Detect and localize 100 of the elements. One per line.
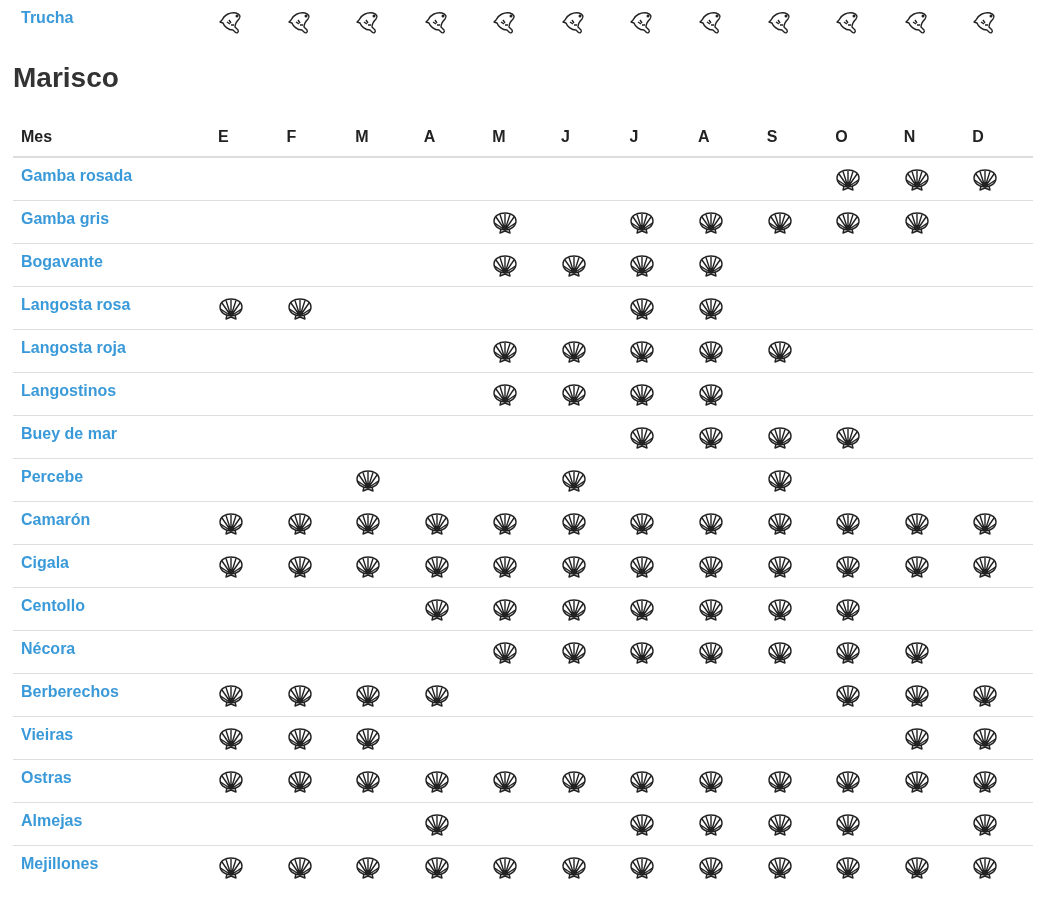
shell-icon bbox=[423, 855, 450, 880]
shell-icon bbox=[972, 168, 999, 192]
column-header: J bbox=[629, 128, 639, 145]
column-header: M bbox=[492, 128, 506, 145]
shell-icon bbox=[560, 597, 587, 622]
product-link[interactable]: Berberechos bbox=[21, 682, 119, 700]
product-link[interactable]: Camarón bbox=[21, 510, 91, 528]
shell-icon bbox=[766, 210, 793, 235]
fish-icon bbox=[766, 10, 793, 36]
shell-icon bbox=[698, 554, 725, 579]
shell-icon bbox=[972, 812, 999, 837]
product-link[interactable]: Almejas bbox=[21, 811, 83, 829]
shell-icon bbox=[766, 855, 793, 880]
shell-icon bbox=[355, 855, 382, 880]
product-link[interactable]: Ostras bbox=[21, 768, 72, 786]
shell-icon bbox=[835, 855, 862, 880]
shell-icon bbox=[560, 382, 587, 407]
column-header: N bbox=[903, 128, 916, 145]
product-link[interactable]: Nécora bbox=[21, 639, 76, 657]
shell-icon bbox=[835, 425, 862, 450]
shell-icon bbox=[766, 812, 793, 837]
shell-icon bbox=[423, 769, 450, 794]
product-link[interactable]: Cigala bbox=[21, 553, 69, 571]
shell-icon bbox=[835, 511, 862, 536]
column-header: S bbox=[766, 128, 778, 145]
shell-icon bbox=[492, 382, 519, 407]
shell-icon bbox=[835, 812, 862, 837]
shell-icon bbox=[903, 683, 930, 708]
shell-icon bbox=[698, 812, 725, 837]
column-header: D bbox=[972, 128, 984, 145]
product-link[interactable]: Mejillones bbox=[21, 854, 99, 872]
shell-icon bbox=[903, 855, 930, 880]
shell-icon bbox=[355, 554, 382, 579]
shell-icon bbox=[835, 683, 862, 708]
shell-icon bbox=[560, 339, 587, 364]
shell-icon bbox=[698, 253, 725, 278]
shell-icon bbox=[560, 769, 587, 794]
shell-icon bbox=[629, 554, 656, 579]
shell-icon bbox=[835, 554, 862, 579]
shell-icon bbox=[218, 769, 244, 794]
shell-icon bbox=[903, 769, 930, 794]
column-header: A bbox=[698, 128, 710, 145]
shell-icon bbox=[698, 855, 725, 880]
shell-icon bbox=[766, 468, 793, 493]
shell-icon bbox=[835, 597, 862, 622]
shell-icon bbox=[286, 683, 313, 708]
product-link[interactable]: Gamba rosada bbox=[21, 167, 133, 184]
shell-icon bbox=[629, 382, 656, 407]
shell-icon bbox=[903, 640, 930, 665]
product-link[interactable]: Gamba gris bbox=[21, 209, 110, 227]
shell-icon bbox=[766, 554, 793, 579]
shell-icon bbox=[835, 168, 862, 192]
shell-icon bbox=[218, 296, 244, 321]
shell-icon bbox=[355, 511, 382, 536]
shell-icon bbox=[629, 769, 656, 794]
shell-icon bbox=[492, 210, 519, 235]
shell-icon bbox=[835, 769, 862, 794]
shell-icon bbox=[492, 253, 519, 278]
shell-icon bbox=[698, 640, 725, 665]
shell-icon bbox=[698, 382, 725, 407]
shell-icon bbox=[218, 855, 244, 880]
shell-icon bbox=[218, 554, 244, 579]
shell-icon bbox=[629, 812, 656, 837]
fish-icon bbox=[423, 10, 450, 36]
column-header: Mes bbox=[21, 128, 53, 145]
section-heading: Marisco bbox=[13, 62, 120, 94]
shell-icon bbox=[629, 339, 656, 364]
shell-icon bbox=[423, 597, 450, 622]
shell-icon bbox=[355, 726, 382, 751]
shell-icon bbox=[218, 726, 244, 751]
product-link[interactable]: Trucha bbox=[21, 9, 74, 26]
shell-icon bbox=[560, 511, 587, 536]
shell-icon bbox=[629, 425, 656, 450]
fish-icon bbox=[560, 10, 587, 36]
shell-icon bbox=[286, 554, 313, 579]
product-link[interactable]: Percebe bbox=[21, 467, 84, 485]
shell-icon bbox=[286, 511, 313, 536]
shell-icon bbox=[903, 168, 930, 192]
shell-icon bbox=[972, 554, 999, 579]
product-link[interactable]: Centollo bbox=[21, 596, 85, 614]
product-link[interactable]: Langosta roja bbox=[21, 338, 126, 356]
column-header: J bbox=[560, 128, 570, 145]
shell-icon bbox=[286, 855, 313, 880]
product-link[interactable]: Vieiras bbox=[21, 725, 74, 743]
column-header: A bbox=[423, 128, 436, 145]
shell-icon bbox=[560, 855, 587, 880]
product-link[interactable]: Langosta rosa bbox=[21, 295, 131, 313]
shell-icon bbox=[218, 683, 244, 708]
shell-icon bbox=[560, 640, 587, 665]
shell-icon bbox=[972, 511, 999, 536]
product-link[interactable]: Langostinos bbox=[21, 381, 117, 399]
column-header: O bbox=[835, 128, 848, 145]
shell-icon bbox=[766, 425, 793, 450]
shell-icon bbox=[560, 253, 587, 278]
shell-icon bbox=[766, 597, 793, 622]
shell-icon bbox=[286, 769, 313, 794]
product-link[interactable]: Buey de mar bbox=[21, 424, 118, 442]
product-link[interactable]: Bogavante bbox=[21, 252, 103, 270]
shell-icon bbox=[629, 253, 656, 278]
shell-icon bbox=[355, 683, 382, 708]
